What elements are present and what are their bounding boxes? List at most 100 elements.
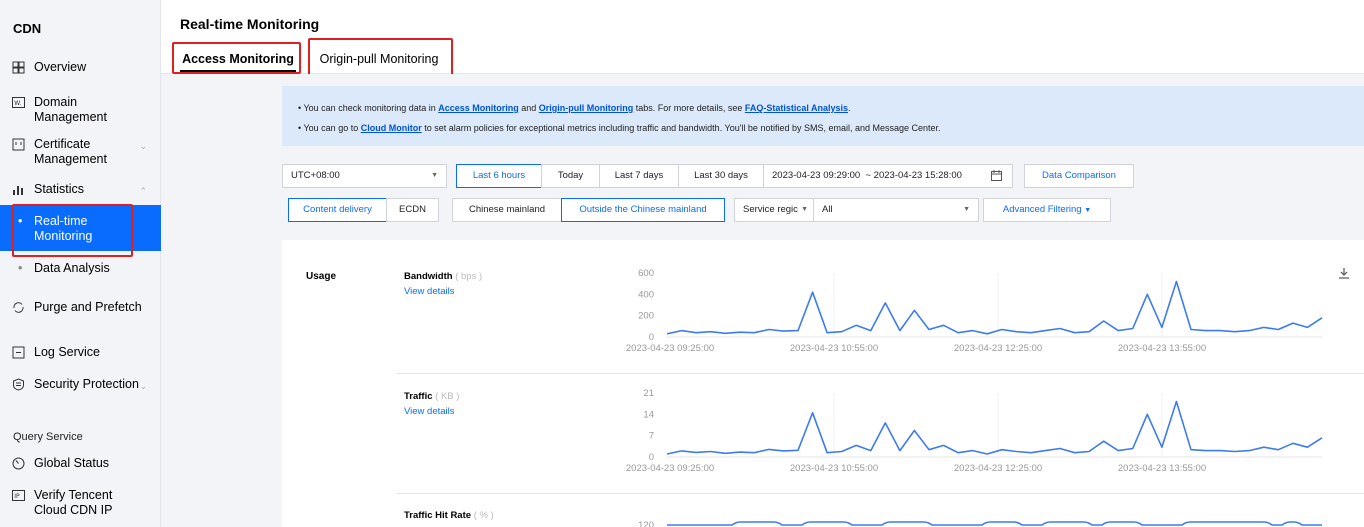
region-chinese-mainland[interactable]: Chinese mainland <box>452 198 562 222</box>
caret-down-icon: ▼ <box>431 172 438 179</box>
log-icon <box>12 346 25 359</box>
range-last-7-days[interactable]: Last 7 days <box>599 164 679 188</box>
sidebar-item-label: Global Status <box>34 456 110 470</box>
tab-origin-pull-monitoring[interactable]: Origin-pull Monitoring <box>312 45 446 73</box>
y-tick-label: 120 <box>638 520 654 527</box>
chevron-down-icon: ⌄ <box>139 381 147 391</box>
bullet-dot: • <box>18 214 23 228</box>
series-line <box>666 400 1323 455</box>
sidebar-item-label: Data Analysis <box>34 261 110 275</box>
x-tick-label: 2023-04-23 10:55:00 <box>790 463 878 474</box>
timezone-value: UTC+08:00 <box>291 170 340 181</box>
certificate-icon <box>12 138 25 151</box>
x-tick-label: 2023-04-23 12:25:00 <box>954 343 1042 354</box>
series-line <box>666 280 1323 335</box>
grid-icon <box>12 61 25 74</box>
range-last-30-days[interactable]: Last 30 days <box>678 164 764 188</box>
sidebar-item-real-time-monitoring[interactable]: • Real-time Monitoring <box>0 205 161 251</box>
page-title: Real-time Monitoring <box>180 16 320 32</box>
y-tick-label: 200 <box>638 311 654 322</box>
y-tick-label: 0 <box>649 452 654 463</box>
access-monitoring-link[interactable]: Access Monitoring <box>438 103 519 113</box>
svg-text:IP: IP <box>14 493 20 500</box>
origin-pull-monitoring-link[interactable]: Origin-pull Monitoring <box>539 103 633 113</box>
advanced-filtering-button[interactable]: Advanced Filtering ▼ <box>983 198 1111 222</box>
sidebar-item-label: Domain Management <box>34 95 107 124</box>
caret-down-icon: ▼ <box>801 206 808 213</box>
service-region-label-text: Service regic <box>743 204 798 215</box>
range-last-6-hours[interactable]: Last 6 hours <box>456 164 542 188</box>
notice-text: • You can go to <box>298 123 361 133</box>
sidebar-section-label: Query Service <box>13 431 83 443</box>
sidebar-item-statistics[interactable]: Statistics ⌃ <box>0 182 161 198</box>
service-region-label[interactable]: Service regic ▼ <box>734 198 814 222</box>
sidebar-item-label: Overview <box>34 60 87 74</box>
y-tick-label: 400 <box>638 289 654 300</box>
x-tick-label: 2023-04-23 13:55:00 <box>1118 463 1206 474</box>
x-tick-label: 2023-04-23 09:25:00 <box>626 343 714 354</box>
sidebar-item-label: Security Protection <box>34 377 139 391</box>
notice-line-1: • You can check monitoring data in Acces… <box>298 103 851 113</box>
advanced-filtering-label: Advanced Filtering <box>1002 204 1082 215</box>
filter-bar: UTC+08:00 ▼ Last 6 hours Today Last 7 da… <box>282 152 1364 236</box>
date-range-picker[interactable]: 2023-04-23 09:29:00 ~ 2023-04-23 15:28:0… <box>763 164 1013 188</box>
sidebar-item-purge-and-prefetch[interactable]: Purge and Prefetch <box>0 300 161 332</box>
x-tick-label: 2023-04-23 13:55:00 <box>1118 343 1206 354</box>
domain-icon: W. <box>12 97 25 108</box>
x-tick-label: 2023-04-23 09:25:00 <box>626 463 714 474</box>
usage-panel: Usage Bandwidth ( bps ) View details Tra… <box>282 240 1364 527</box>
service-region-value: All <box>822 204 833 215</box>
sidebar: CDN Overview W. Domain Management Certif… <box>0 0 161 527</box>
notice-text: . <box>848 103 851 113</box>
y-tick-label: 14 <box>643 409 654 420</box>
bar-chart-icon <box>13 186 23 195</box>
sidebar-item-label: Statistics <box>34 182 85 196</box>
notice-text: and <box>518 103 539 113</box>
range-today[interactable]: Today <box>541 164 600 188</box>
info-notice: • You can check monitoring data in Acces… <box>282 86 1364 146</box>
bullet-dot: • <box>18 261 23 275</box>
shield-icon <box>13 378 24 391</box>
gauge-icon <box>12 457 25 470</box>
x-tick-label: 2023-04-23 12:25:00 <box>954 463 1042 474</box>
timezone-select[interactable]: UTC+08:00 ▼ <box>282 164 447 188</box>
sidebar-item-certificate-management[interactable]: Certificate Management ⌄ <box>0 137 161 169</box>
active-tab-indicator <box>180 70 296 73</box>
sidebar-item-data-analysis[interactable]: • Data Analysis <box>0 261 161 277</box>
sidebar-item-label: Verify Tencent Cloud CDN IP <box>34 488 113 517</box>
sidebar-brand: CDN <box>13 21 42 36</box>
sidebar-item-label: Real-time Monitoring <box>34 214 93 243</box>
sidebar-item-log-service[interactable]: Log Service <box>0 345 161 361</box>
faq-statistical-analysis-link[interactable]: FAQ-Statistical Analysis <box>745 103 848 113</box>
service-region-select[interactable]: All ▼ <box>813 198 979 222</box>
caret-down-icon: ▼ <box>1084 207 1092 214</box>
notice-line-2: • You can go to Cloud Monitor to set ala… <box>298 123 941 133</box>
y-tick-label: 0 <box>649 332 654 343</box>
tab-access-monitoring[interactable]: Access Monitoring <box>180 45 296 73</box>
region-outside-chinese-mainland[interactable]: Outside the Chinese mainland <box>561 198 725 222</box>
y-tick-label: 21 <box>643 388 654 399</box>
data-comparison-button[interactable]: Data Comparison <box>1024 164 1134 188</box>
svg-text:W.: W. <box>14 100 21 107</box>
cloud-monitor-link[interactable]: Cloud Monitor <box>361 123 422 133</box>
product-content-delivery[interactable]: Content delivery <box>288 198 387 222</box>
sidebar-item-label: Certificate Management <box>34 137 107 166</box>
chevron-down-icon: ⌄ <box>139 141 147 151</box>
notice-text: • You can check monitoring data in <box>298 103 439 113</box>
series-line <box>667 521 1322 526</box>
date-end: ~ 2023-04-23 15:28:00 <box>865 170 962 181</box>
sidebar-item-security-protection[interactable]: Security Protection ⌄ <box>0 377 161 409</box>
sidebar-item-verify-cdn-ip[interactable]: IP Verify Tencent Cloud CDN IP <box>0 488 161 520</box>
product-ecdn[interactable]: ECDN <box>386 198 439 222</box>
sidebar-item-label: Purge and Prefetch <box>34 300 142 314</box>
chevron-up-icon: ⌃ <box>139 186 147 196</box>
notice-text: to set alarm policies for exceptional me… <box>421 123 941 133</box>
usage-charts: 60040020002023-04-23 09:25:00 2023-04-23 … <box>626 268 1323 527</box>
sidebar-item-overview[interactable]: Overview <box>0 60 161 76</box>
sidebar-item-label: Log Service <box>34 345 101 359</box>
notice-text: tabs. For more details, see <box>633 103 745 113</box>
y-tick-label: 600 <box>638 268 654 279</box>
sidebar-item-domain-management[interactable]: W. Domain Management <box>0 95 161 127</box>
sidebar-item-global-status[interactable]: Global Status <box>0 456 161 472</box>
caret-down-icon: ▼ <box>963 206 970 213</box>
